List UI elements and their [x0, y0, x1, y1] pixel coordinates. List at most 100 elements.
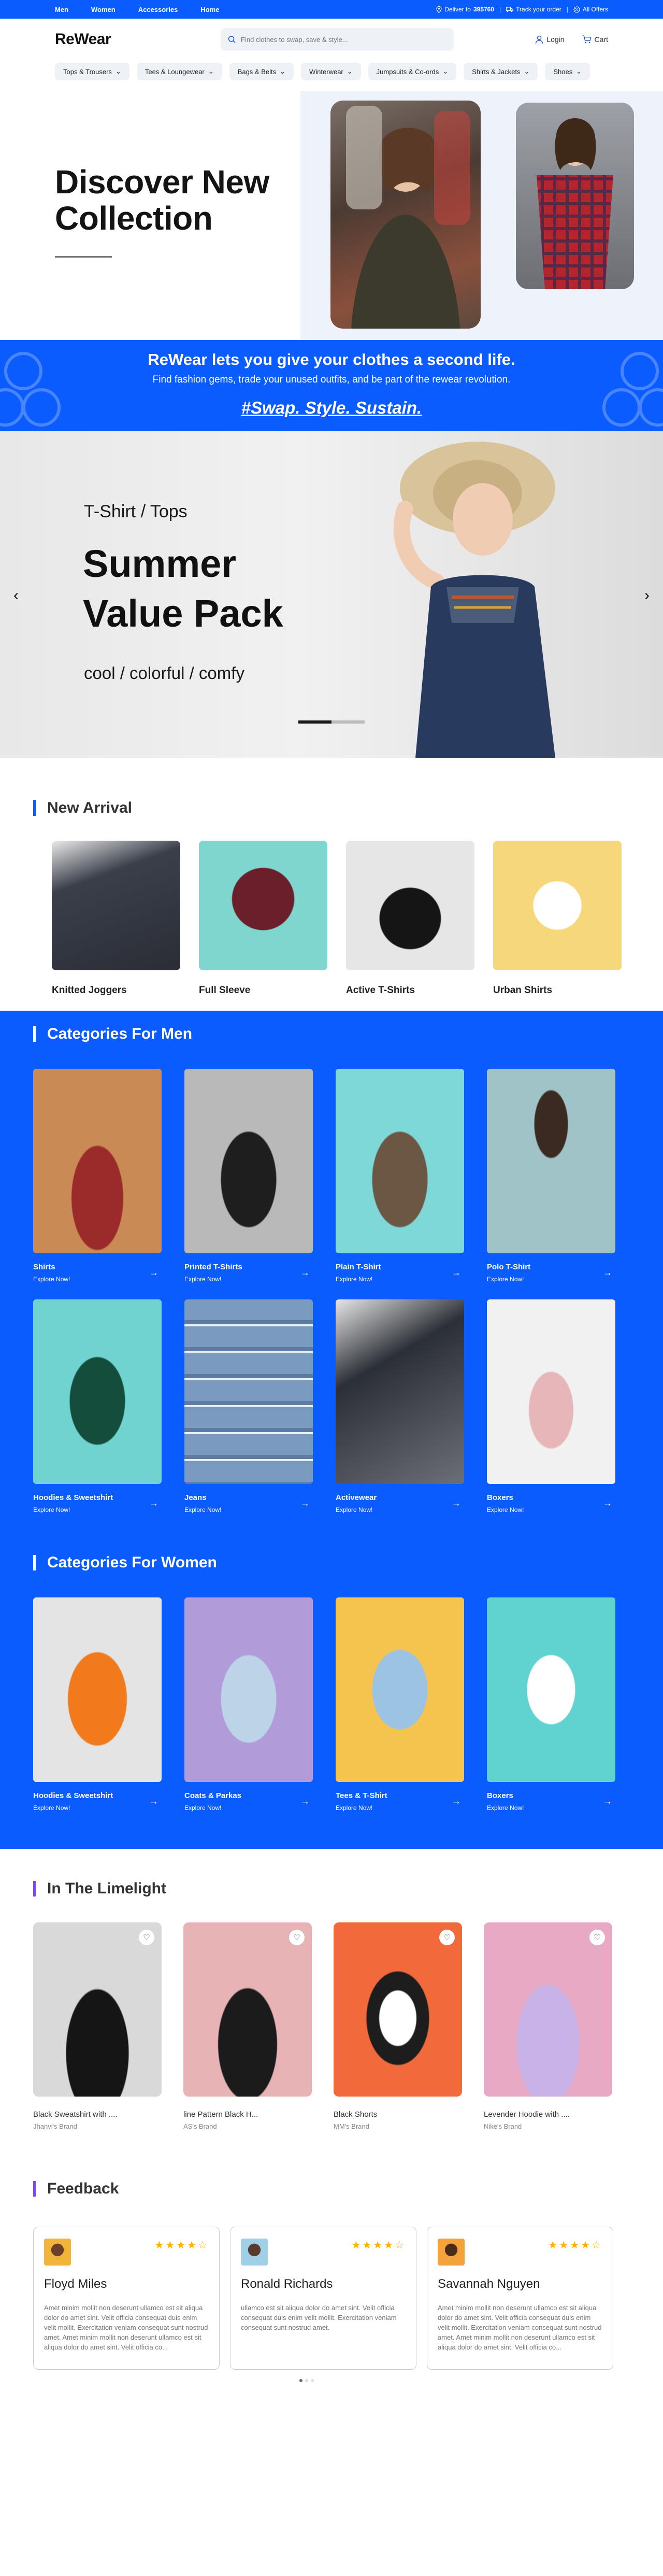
explore-link[interactable]: Explore Now!: [33, 1506, 113, 1513]
explore-link[interactable]: Explore Now!: [184, 1804, 241, 1811]
arrow-right-icon[interactable]: →: [300, 1796, 310, 1807]
arrow-right-icon[interactable]: →: [603, 1267, 612, 1278]
category-name: Hoodies & Sweetshirt: [33, 1791, 113, 1800]
hero-title: Discover New Collection: [55, 164, 269, 236]
category-card-shirts[interactable]: Shirts Explore Now! →: [33, 1069, 162, 1283]
explore-link[interactable]: Explore Now!: [184, 1506, 221, 1513]
limelight-image: ♡: [334, 1922, 462, 2097]
category-shoes[interactable]: Shoes ⌄: [545, 63, 590, 80]
arrow-right-icon[interactable]: →: [300, 1498, 310, 1509]
top-nav-home[interactable]: Home: [200, 6, 219, 13]
deliver-label: Deliver to: [444, 6, 471, 13]
explore-link[interactable]: Explore Now!: [33, 1804, 113, 1811]
pagination-dot[interactable]: [305, 2379, 308, 2382]
arrow-right-icon[interactable]: →: [452, 1498, 461, 1509]
category-bags-belts[interactable]: Bags & Belts ⌄: [229, 63, 294, 80]
carousel-dot[interactable]: [332, 720, 365, 724]
product-card[interactable]: Active T-Shirts: [346, 841, 474, 996]
arrow-right-icon[interactable]: →: [452, 1267, 461, 1278]
explore-link[interactable]: Explore Now!: [336, 1276, 381, 1283]
search-input[interactable]: [241, 35, 446, 44]
pagination-dot[interactable]: [299, 2379, 302, 2382]
limelight-card[interactable]: ♡ Black Sweatshirt with .... Jhanvi's Br…: [33, 1922, 162, 2130]
limelight-card[interactable]: ♡ Levender Hoodie with .... Nike's Brand: [484, 1922, 612, 2130]
carousel-next-icon[interactable]: ›: [644, 587, 650, 604]
hero-title-line2: Collection: [55, 200, 213, 237]
carousel-dot[interactable]: [298, 720, 332, 724]
category-name: Jeans: [184, 1493, 207, 1502]
wishlist-heart-icon[interactable]: ♡: [439, 1930, 455, 1945]
testimonial-header: ★★★★☆: [241, 2239, 406, 2266]
wishlist-heart-icon[interactable]: ♡: [589, 1930, 605, 1945]
category-tops-trousers[interactable]: Tops & Trousers ⌄: [55, 63, 129, 80]
banner-hashtag[interactable]: #Swap. Style. Sustain.: [0, 398, 663, 418]
top-nav-women[interactable]: Women: [91, 6, 116, 13]
all-offers-link[interactable]: All Offers: [573, 6, 608, 13]
category-card-tees[interactable]: Tees & T-Shirt Explore Now! →: [336, 1597, 464, 1811]
arrow-right-icon[interactable]: →: [300, 1267, 310, 1278]
explore-link[interactable]: Explore Now!: [336, 1506, 377, 1513]
deliver-to-link[interactable]: Deliver to 395760: [436, 6, 494, 13]
product-image: [52, 841, 180, 970]
location-pin-icon: [436, 6, 442, 13]
category-card-jeans[interactable]: Jeans Explore Now! →: [184, 1299, 313, 1513]
category-image: [487, 1069, 615, 1253]
limelight-card[interactable]: ♡ Black Shorts MM's Brand: [334, 1922, 462, 2130]
category-row: Boxers Explore Now! →: [487, 1791, 615, 1811]
category-card-printed-tshirts[interactable]: Printed T-Shirts Explore Now! →: [184, 1069, 313, 1283]
arrow-right-icon[interactable]: →: [149, 1498, 158, 1509]
limelight-card[interactable]: ♡ line Pattern Black H... AS's Brand: [183, 1922, 312, 2130]
product-card[interactable]: Urban Shirts: [493, 841, 622, 996]
explore-link[interactable]: Explore Now!: [487, 1276, 530, 1283]
pagination-dot[interactable]: [311, 2379, 314, 2382]
category-card-women-hoodies[interactable]: Hoodies & Sweetshirt Explore Now! →: [33, 1597, 162, 1811]
product-card[interactable]: Knitted Joggers: [52, 841, 180, 996]
wishlist-heart-icon[interactable]: ♡: [289, 1930, 305, 1945]
category-card-plain-tshirt[interactable]: Plain T-Shirt Explore Now! →: [336, 1069, 464, 1283]
top-nav-men[interactable]: Men: [55, 6, 68, 13]
product-label: Urban Shirts: [493, 985, 553, 996]
category-card-activewear[interactable]: Activewear Explore Now! →: [336, 1299, 464, 1513]
feedback-section: Feedback ★★★★☆ Floyd Miles Amet minim mo…: [0, 2130, 663, 2576]
section-heading: Categories For Women: [33, 1554, 630, 1572]
category-image: [184, 1299, 313, 1484]
top-strip: Men Women Accessories Home Deliver to 39…: [0, 0, 663, 19]
testimonial-card: ★★★★☆ Savannah Nguyen Amet minim mollit …: [427, 2227, 613, 2370]
star-rating: ★★★★☆: [154, 2240, 209, 2251]
review-text: Amet minim mollit non deserunt ullamco e…: [438, 2304, 602, 2351]
arrow-right-icon[interactable]: →: [603, 1796, 612, 1807]
product-label: Active T-Shirts: [346, 985, 415, 996]
search-bar[interactable]: [221, 28, 454, 51]
section-heading: Feedback: [33, 2180, 630, 2198]
login-button[interactable]: Login: [535, 35, 565, 44]
category-tees-loungewear[interactable]: Tees & Loungewear ⌄: [136, 63, 222, 80]
mission-banner: ReWear lets you give your clothes a seco…: [0, 340, 663, 431]
category-jumpsuits-coords[interactable]: Jumpsuits & Co-ords ⌄: [368, 63, 457, 80]
top-nav-accessories[interactable]: Accessories: [138, 6, 178, 13]
category-card-hoodies[interactable]: Hoodies & Sweetshirt Explore Now! →: [33, 1299, 162, 1513]
brand-logo[interactable]: ReWear: [55, 31, 221, 48]
track-order-link[interactable]: Track your order: [506, 6, 561, 13]
carousel-prev-icon[interactable]: ‹: [13, 587, 19, 604]
chevron-down-icon: ⌄: [208, 67, 214, 75]
cart-icon: [582, 35, 592, 44]
explore-link[interactable]: Explore Now!: [336, 1804, 387, 1811]
explore-link[interactable]: Explore Now!: [184, 1276, 242, 1283]
arrow-right-icon[interactable]: →: [452, 1796, 461, 1807]
arrow-right-icon[interactable]: →: [149, 1796, 158, 1807]
new-arrival-grid: Knitted Joggers Full Sleeve Active T-Shi…: [33, 841, 632, 996]
product-card[interactable]: Full Sleeve: [199, 841, 327, 996]
explore-link[interactable]: Explore Now!: [487, 1506, 524, 1513]
category-winterwear[interactable]: Winterwear ⌄: [301, 63, 361, 80]
explore-link[interactable]: Explore Now!: [487, 1804, 524, 1811]
category-card-boxers[interactable]: Boxers Explore Now! →: [487, 1299, 615, 1513]
category-card-polo-tshirt[interactable]: Polo T-Shirt Explore Now! →: [487, 1069, 615, 1283]
arrow-right-icon[interactable]: →: [149, 1267, 158, 1278]
cart-button[interactable]: Cart: [582, 35, 608, 44]
category-card-women-boxers[interactable]: Boxers Explore Now! →: [487, 1597, 615, 1811]
explore-link[interactable]: Explore Now!: [33, 1276, 70, 1283]
wishlist-heart-icon[interactable]: ♡: [139, 1930, 154, 1945]
arrow-right-icon[interactable]: →: [603, 1498, 612, 1509]
category-shirts-jackets[interactable]: Shirts & Jackets ⌄: [464, 63, 538, 80]
category-card-coats-parkas[interactable]: Coats & Parkas Explore Now! →: [184, 1597, 313, 1811]
